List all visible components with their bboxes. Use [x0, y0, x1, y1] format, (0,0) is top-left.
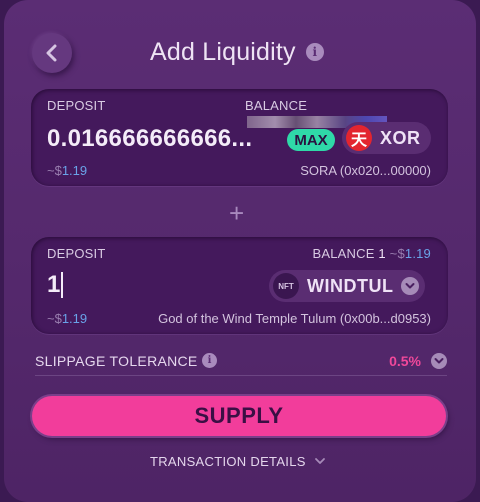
- chevron-down-icon: [314, 458, 325, 464]
- supply-button[interactable]: SUPPLY: [32, 396, 446, 436]
- balance-fiat-prefix: ~$: [389, 246, 405, 261]
- slippage-tolerance-row[interactable]: SLIPPAGE TOLERANCE i 0.5%: [35, 350, 447, 376]
- fiat-prefix: ~$: [47, 311, 62, 326]
- max-button[interactable]: MAX: [287, 129, 335, 151]
- transaction-details-label: TRANSACTION DETAILS: [150, 453, 306, 469]
- chevron-down-icon: [401, 277, 420, 295]
- info-icon[interactable]: i: [202, 353, 217, 368]
- token-select-xor[interactable]: 天 XOR: [342, 122, 431, 154]
- page-title: Add Liquidity: [150, 37, 296, 66]
- transaction-details-toggle[interactable]: TRANSACTION DETAILS: [150, 452, 326, 470]
- nft-logo-icon: NFT: [273, 273, 299, 299]
- slippage-label: SLIPPAGE TOLERANCE: [35, 353, 198, 369]
- deposit-label: DEPOSIT: [47, 246, 106, 261]
- token-full-name: God of the Wind Temple Tulum (0x00b...d0…: [158, 311, 431, 326]
- plus-icon: +: [229, 198, 245, 228]
- chevron-down-icon[interactable]: [431, 353, 447, 369]
- balance-label: BALANCE 1 ~$1.19: [313, 246, 432, 261]
- deposit-card-xor: DEPOSIT BALANCE 0.016666666666... MAX 天 …: [31, 89, 448, 186]
- amount-input[interactable]: 1: [47, 271, 63, 299]
- deposit-card-windtul: DEPOSIT BALANCE 1 ~$1.19 1 NFT WINDTUL ~…: [31, 237, 448, 334]
- xor-logo-icon: 天: [346, 125, 372, 151]
- info-icon[interactable]: i: [305, 43, 324, 61]
- token-symbol: XOR: [380, 127, 421, 148]
- fiat-prefix: ~$: [47, 163, 62, 178]
- amount-value: 1: [47, 271, 61, 298]
- token-select-windtul[interactable]: NFT WINDTUL: [269, 270, 426, 302]
- deposit-label: DEPOSIT: [47, 98, 106, 113]
- text-caret: [61, 272, 63, 298]
- title-row: Add Liquidity i: [150, 36, 324, 68]
- token-symbol: WINDTUL: [307, 275, 394, 296]
- back-button[interactable]: [32, 33, 72, 73]
- chevron-left-icon: [46, 44, 57, 62]
- token-full-name: SORA (0x020...00000): [300, 163, 431, 178]
- balance-label-text: BALANCE: [245, 98, 308, 113]
- fiat-value: ~$1.19: [47, 311, 87, 326]
- balance-fiat-value: 1.19: [404, 246, 431, 261]
- fiat-value: ~$1.19: [47, 163, 87, 178]
- slippage-value: 0.5%: [389, 353, 421, 369]
- balance-label-text: BALANCE: [312, 246, 375, 261]
- amount-input[interactable]: 0.016666666666...: [47, 125, 252, 153]
- balance-value: 1: [378, 246, 386, 261]
- add-liquidity-panel: Add Liquidity i DEPOSIT BALANCE 0.016666…: [4, 0, 476, 502]
- fiat-amount: 1.19: [61, 311, 88, 326]
- fiat-amount: 1.19: [61, 163, 88, 178]
